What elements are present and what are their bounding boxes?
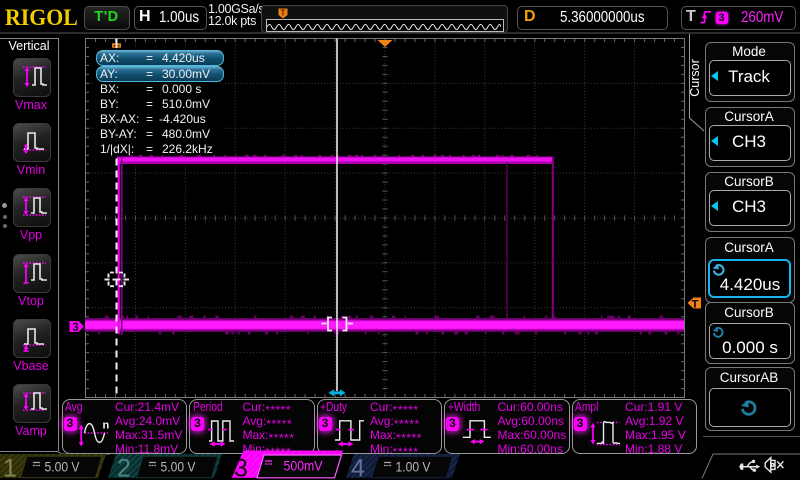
svg-text:2: 2 xyxy=(117,454,131,480)
svg-text:n: n xyxy=(102,420,109,432)
svg-text:3: 3 xyxy=(234,454,248,480)
svg-text:3: 3 xyxy=(72,322,78,334)
svg-text:1: 1 xyxy=(3,454,17,480)
svg-text:1.00 V: 1.00 V xyxy=(396,460,431,475)
svg-text:5.00 V: 5.00 V xyxy=(161,460,196,475)
svg-text:4: 4 xyxy=(351,454,365,480)
svg-text:5.00 V: 5.00 V xyxy=(45,460,80,475)
svg-text:T: T xyxy=(692,299,699,311)
svg-text:500mV: 500mV xyxy=(284,459,323,474)
